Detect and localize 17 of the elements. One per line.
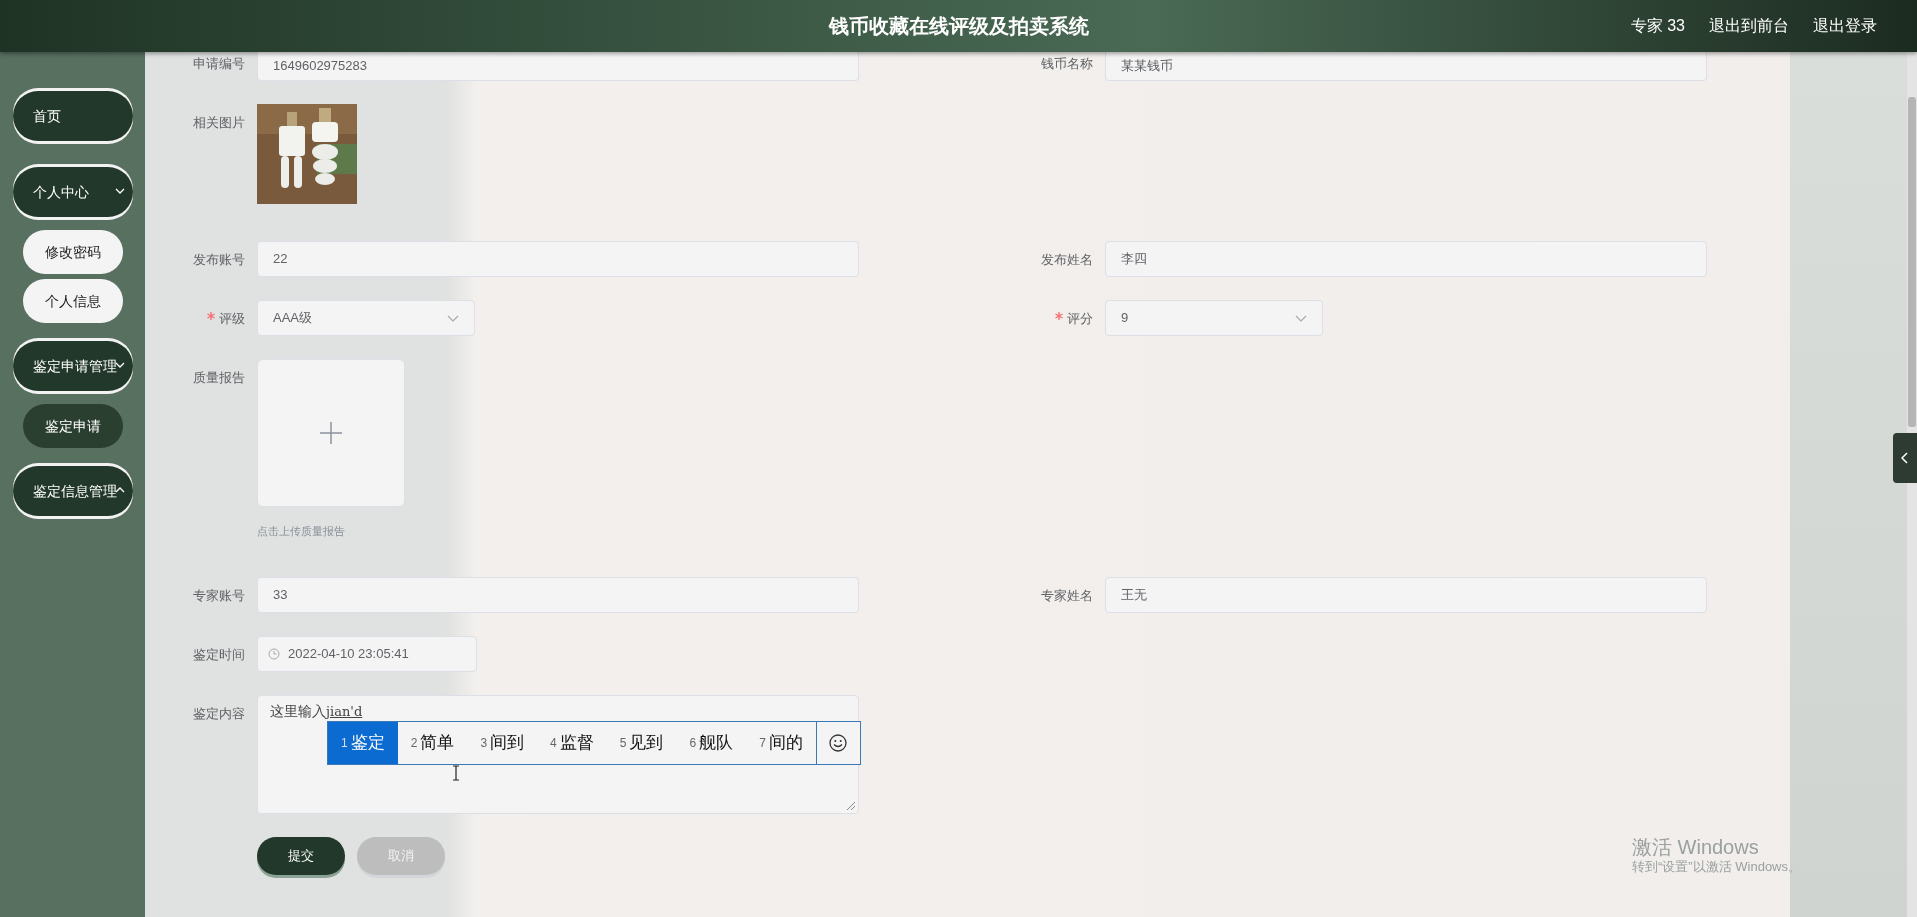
field-label: 评分 xyxy=(1067,310,1093,328)
field-label: 评级 xyxy=(219,310,245,328)
activation-subtitle: 转到“设置”以激活 Windows。 xyxy=(1632,859,1801,875)
field-label: 专家姓名 xyxy=(1041,586,1093,605)
system-title: 钱币收藏在线评级及拍卖系统 xyxy=(828,14,1089,39)
field-label: 专家账号 xyxy=(193,586,245,605)
user-label: 专家 33 xyxy=(1630,16,1685,36)
field-label: 申请编号 xyxy=(193,55,245,73)
activation-title: 激活 Windows xyxy=(1632,835,1760,859)
field-label: 钱币名称 xyxy=(1041,55,1093,73)
field-label: 发布账号 xyxy=(193,251,245,269)
field-label: 鉴定内容 xyxy=(193,704,245,723)
field-label: 相关图片 xyxy=(193,114,245,132)
field-label: 鉴定时间 xyxy=(193,645,245,664)
field-label: 发布姓名 xyxy=(1041,251,1093,269)
upload-hint: 点击上传质量报告 xyxy=(257,524,346,539)
field-label: 质量报告 xyxy=(193,369,245,387)
